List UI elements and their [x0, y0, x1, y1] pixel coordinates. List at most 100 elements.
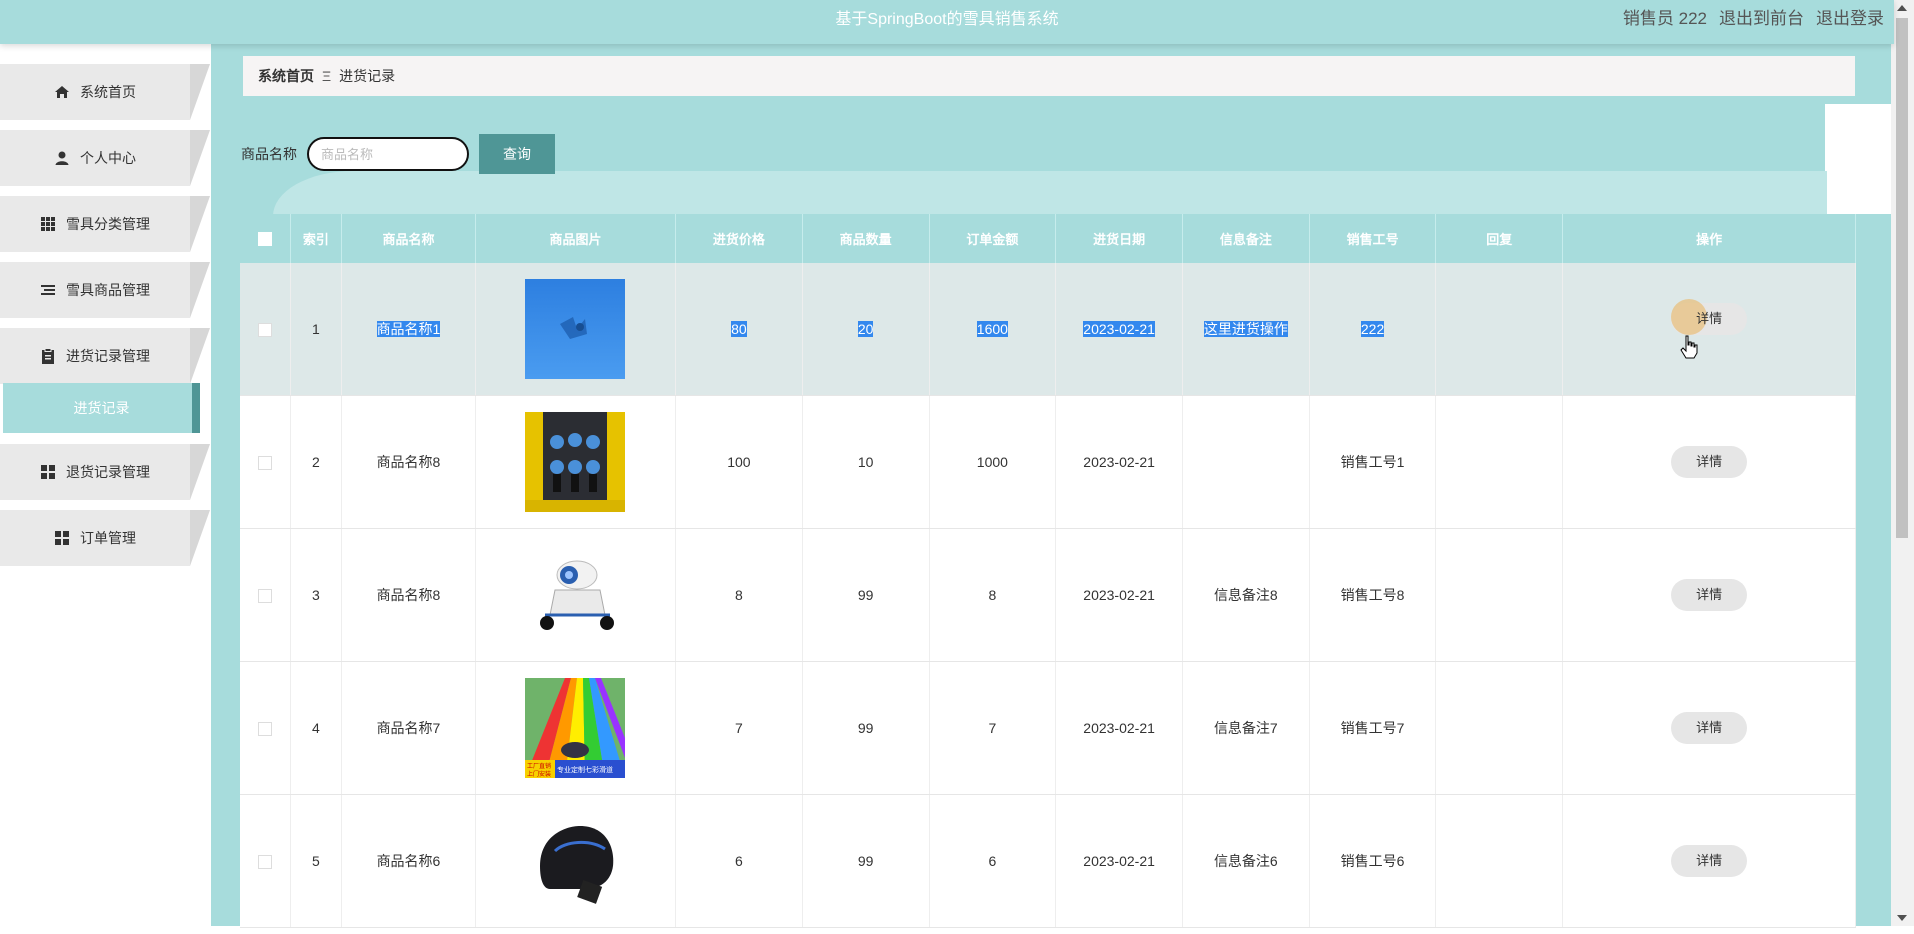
scrollbar-thumb[interactable] [1896, 18, 1908, 538]
select-all-cell [240, 214, 291, 263]
product-image[interactable] [525, 545, 626, 645]
qty-value: 20 [857, 321, 874, 337]
image-text: 专业定制七彩滑道 [557, 765, 613, 774]
decor-band [273, 171, 1827, 216]
product-image[interactable] [525, 811, 626, 911]
row-checkbox[interactable] [257, 589, 272, 604]
column-header: 信息备注 [1182, 214, 1310, 263]
sidebar-item-profile[interactable]: 个人中心 [0, 130, 210, 186]
sidebar-item-category[interactable]: 雪具分类管理 [0, 196, 210, 252]
select-all-checkbox[interactable] [257, 232, 272, 247]
list-icon [40, 282, 56, 298]
page-scrollbar[interactable] [1891, 0, 1914, 926]
action-cell: 详情 [1562, 794, 1856, 928]
amount-cell: 1600 [929, 263, 1057, 396]
detail-button[interactable]: 详情 [1671, 299, 1748, 335]
note-value: 这里进货操作 [1203, 321, 1288, 337]
index-cell: 3 [290, 528, 343, 662]
qty-cell: 99 [802, 794, 930, 928]
main-content: 系统首页 Ξ 进货记录 商品名称 查询 索引 商品名称 商品图片 进货价格 商 [211, 44, 1891, 934]
name-cell: 商品名称8 [341, 528, 476, 662]
row-select-cell [240, 263, 291, 396]
active-indicator [192, 383, 200, 433]
table-row[interactable]: 4 商品名称7 工厂直销 上门安装 专业定制七彩滑道 7 99 7 2023-0… [240, 661, 1856, 795]
row-checkbox[interactable] [257, 855, 272, 870]
price-cell: 8 [675, 528, 803, 662]
header-user-area: 销售员 222 退出到前台 退出登录 [1623, 4, 1884, 29]
reply-cell [1435, 395, 1564, 529]
price-cell: 80 [675, 263, 803, 396]
price-value: 80 [731, 321, 747, 337]
date-cell: 2023-02-21 [1055, 263, 1183, 396]
sidebar-item-home[interactable]: 系统首页 [0, 64, 210, 120]
search-label: 商品名称 [241, 146, 297, 162]
user-icon [54, 150, 70, 166]
image-cell [475, 263, 677, 396]
sidebar-item-purchase-mgmt[interactable]: 进货记录管理 [0, 328, 210, 384]
name-cell: 商品名称8 [341, 395, 476, 529]
column-header: 订单金额 [929, 214, 1057, 263]
column-header: 商品图片 [475, 214, 677, 263]
scroll-down-arrow-icon[interactable] [1897, 915, 1907, 921]
logout-link[interactable]: 退出登录 [1816, 4, 1884, 29]
table-row[interactable]: 1 商品名称1 80 20 1600 2023-02-21 这里进货操作 222… [240, 263, 1856, 396]
detail-button[interactable]: 详情 [1671, 845, 1748, 877]
date-cell: 2023-02-21 [1055, 794, 1183, 928]
staff-cell: 销售工号6 [1309, 794, 1437, 928]
image-cell [475, 395, 677, 529]
amount-value: 1600 [976, 321, 1008, 337]
qty-cell: 99 [802, 528, 930, 662]
records-table: 索引 商品名称 商品图片 进货价格 商品数量 订单金额 进货日期 信息备注 销售… [240, 214, 1856, 934]
name-cell: 商品名称7 [341, 661, 476, 795]
product-image[interactable]: 工厂直销 上门安装 专业定制七彩滑道 [525, 678, 626, 778]
note-cell: 这里进货操作 [1182, 263, 1310, 396]
table-row[interactable]: 2 商品名称8 100 10 1000 2023-02-21 销售工号1 详情 [240, 395, 1856, 529]
action-cell: 详情 [1562, 263, 1856, 396]
row-select-cell [240, 395, 291, 529]
image-text: 上门安装 [527, 770, 551, 778]
sidebar-item-return-mgmt[interactable]: 退货记录管理 [0, 444, 210, 500]
product-image[interactable] [525, 412, 626, 512]
user-label: 销售员 222 [1622, 9, 1707, 28]
app-title: 基于SpringBoot的雪具销售系统 [835, 11, 1059, 28]
column-header: 进货价格 [675, 214, 803, 263]
action-cell: 详情 [1562, 395, 1856, 529]
name-cell: 商品名称6 [341, 794, 476, 928]
breadcrumb-current: 进货记录 [339, 68, 396, 84]
row-checkbox[interactable] [257, 456, 272, 471]
sidebar-item-label: 进货记录 [73, 400, 130, 416]
scroll-up-arrow-icon[interactable] [1897, 5, 1907, 11]
name-cell: 商品名称1 [341, 263, 476, 396]
breadcrumb-separator: Ξ [322, 68, 332, 84]
clipboard-icon [40, 348, 56, 364]
sidebar-item-label: 雪具分类管理 [66, 216, 150, 232]
exit-front-link[interactable]: 退出到前台 [1719, 4, 1804, 29]
product-image[interactable] [525, 279, 626, 379]
query-button[interactable]: 查询 [479, 134, 555, 174]
sidebar-item-goods[interactable]: 雪具商品管理 [0, 262, 210, 318]
index-cell: 4 [290, 661, 343, 795]
table-row[interactable]: 3 商品名称8 8 99 8 2023-02-21 信息备注8 销售工号8 详情 [240, 528, 1856, 662]
note-cell: 信息备注7 [1182, 661, 1310, 795]
sidebar-item-orders[interactable]: 订单管理 [0, 510, 210, 566]
detail-button[interactable]: 详情 [1671, 712, 1748, 744]
staff-value: 222 [1360, 321, 1385, 337]
row-checkbox[interactable] [257, 722, 272, 737]
row-checkbox[interactable] [257, 323, 272, 338]
detail-button[interactable]: 详情 [1671, 446, 1748, 478]
sidebar-item-label: 订单管理 [80, 530, 136, 546]
sidebar-subitem-purchase-record[interactable]: 进货记录 [3, 383, 200, 433]
image-cell: 工厂直销 上门安装 专业定制七彩滑道 [475, 661, 677, 795]
column-header: 回复 [1435, 214, 1564, 263]
top-header: 基于SpringBoot的雪具销售系统 销售员 222 退出到前台 退出登录 [0, 0, 1894, 44]
action-cell: 详情 [1562, 661, 1856, 795]
hand-cursor-icon [1680, 335, 1698, 359]
date-cell: 2023-02-21 [1055, 661, 1183, 795]
table-row[interactable]: 5 商品名称6 6 99 6 2023-02-21 信息备注6 销售工号6 详情 [240, 794, 1856, 928]
detail-button[interactable]: 详情 [1671, 579, 1748, 611]
row-select-cell [240, 528, 291, 662]
search-input[interactable] [307, 137, 469, 171]
detail-button-label: 详情 [1696, 311, 1723, 326]
date-cell: 2023-02-21 [1055, 528, 1183, 662]
breadcrumb-home[interactable]: 系统首页 [258, 66, 314, 86]
